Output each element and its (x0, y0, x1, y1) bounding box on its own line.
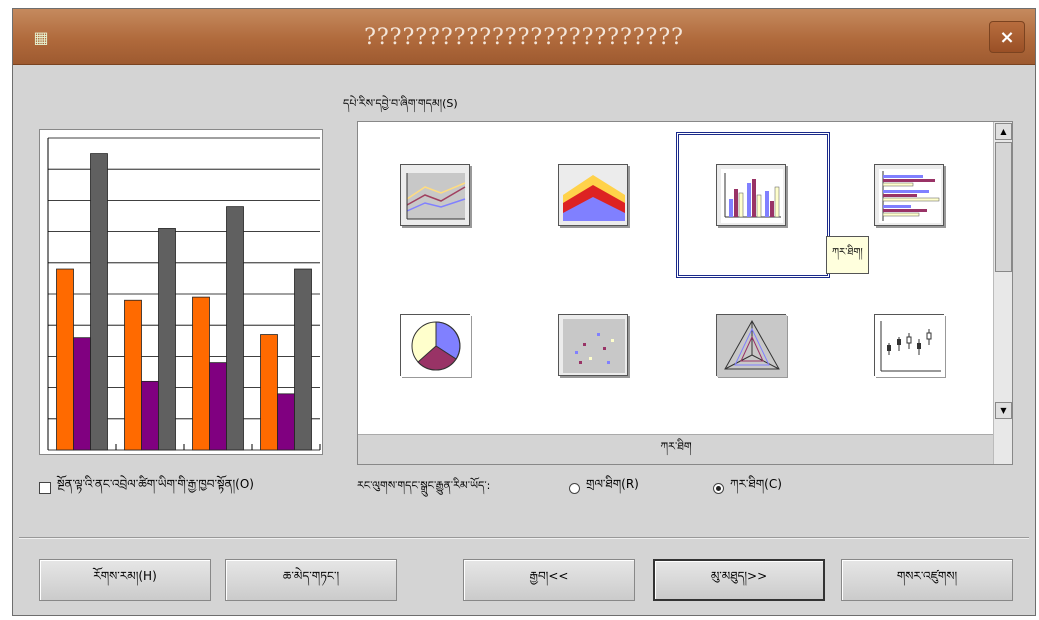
selected-type-caption: ཀར་ཐིག (358, 434, 994, 464)
preview-bar (56, 268, 74, 451)
cancel-button[interactable]: ཆ་མེད་གཏང་། (225, 559, 397, 601)
preview-bar (158, 228, 176, 451)
chart-type-tooltip: ཀར་ཐིག། (826, 236, 869, 274)
next-button[interactable]: མུ་མཐུད།>> (653, 559, 825, 601)
window-title: ????????????????????????? (364, 25, 684, 50)
selected-tile-highlight (676, 132, 830, 278)
chart-type-heading: དཔེ་རིས་དབྱེ་བ་ཞིག་གདམ།(S) (343, 97, 458, 110)
preview-chart-svg (47, 137, 321, 451)
preview-bar (141, 380, 159, 451)
scroll-up-icon[interactable]: ▲ (995, 123, 1012, 140)
gallery-scrollbar[interactable]: ▲ ▼ (993, 122, 1012, 464)
net-chart-tile[interactable] (716, 314, 787, 377)
back-button[interactable]: རྒྱབ།<< (463, 559, 635, 601)
radio-rows-label: གྲལ་ཐིག(R) (586, 477, 639, 491)
preview-text-option[interactable]: སྔོན་ལྟ་འི་ནང་འབྲེལ་ཚིག་ཡིག་གི་རྒྱ་ཁྱབ་ས… (39, 471, 254, 505)
bar-chart-icon (879, 169, 941, 223)
preview-text-label: སྔོན་ལྟ་འི་ནང་འབྲེལ་ཚིག་ཡིག་གི་རྒྱ་ཁྱབ་ས… (57, 477, 254, 491)
button-separator (19, 537, 1029, 539)
radio-columns[interactable] (713, 482, 724, 494)
preview-bar (226, 206, 244, 451)
scroll-down-icon[interactable]: ▼ (995, 402, 1012, 419)
stock-chart-icon (875, 315, 945, 377)
line-chart-tile[interactable] (400, 164, 470, 226)
radio-columns-label: ཀར་ཐིག(C) (730, 477, 782, 491)
chart-type-gallery: ཀར་ཐིག། ཀར་ཐིག ▲ ▼ (357, 121, 1013, 465)
radio-columns-option[interactable]: ཀར་ཐིག(C) (713, 471, 782, 505)
preview-bar (73, 337, 91, 451)
net-chart-icon (717, 315, 787, 377)
scatter-chart-icon (563, 319, 625, 373)
area-chart-tile[interactable] (558, 164, 628, 226)
preview-bar (192, 296, 210, 451)
preview-bar (260, 334, 278, 451)
preview-text-checkbox[interactable] (39, 482, 51, 494)
title-bar: ▦ ????????????????????????? × (13, 9, 1035, 65)
line-chart-icon (406, 173, 466, 220)
radio-rows[interactable] (569, 482, 580, 494)
stock-chart-tile[interactable] (874, 314, 945, 377)
finish-button[interactable]: གསར་འཛུགས། (841, 559, 1013, 601)
scatter-chart-tile[interactable] (558, 314, 628, 376)
preview-bar (124, 299, 142, 451)
pie-chart-tile[interactable] (400, 314, 471, 377)
preview-bar (294, 268, 312, 451)
scroll-thumb[interactable] (995, 142, 1012, 272)
data-series-label: རང་ལུགས་གདང་སྒྲུང་རྒྱུན་རིམ་ཡོད་: (357, 479, 491, 492)
preview-bar (277, 393, 295, 451)
chart-wizard-dialog: ▦ ????????????????????????? × དཔེ་རིས་དབ… (12, 8, 1036, 616)
preview-bar (209, 362, 227, 451)
close-button[interactable]: × (989, 21, 1025, 53)
area-chart-icon (563, 175, 625, 221)
preview-bar (90, 153, 108, 451)
help-button[interactable]: རོགས་རམ།(H) (39, 559, 211, 601)
bar-chart-tile[interactable] (874, 164, 944, 226)
radio-rows-option[interactable]: གྲལ་ཐིག(R) (569, 471, 639, 505)
pie-chart-icon (401, 315, 471, 377)
chart-preview (39, 129, 323, 455)
